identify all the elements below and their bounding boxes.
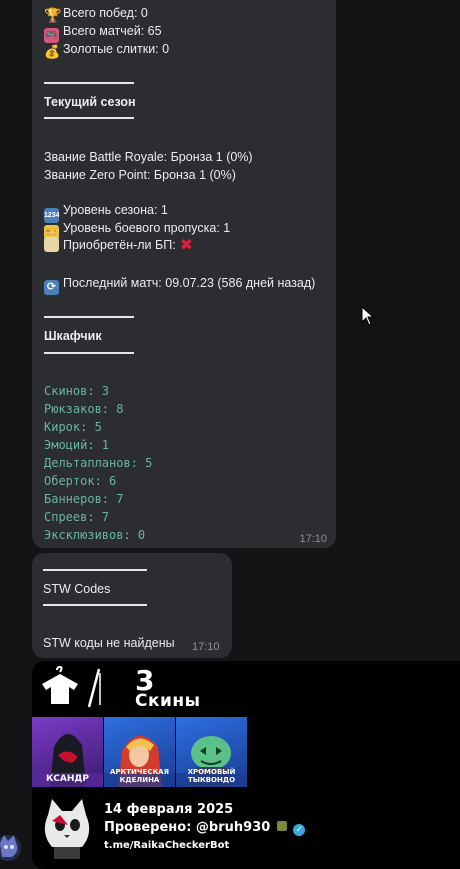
check-date: 14 февраля 2025 xyxy=(104,802,234,817)
message-time: 17:10 xyxy=(299,533,327,545)
bot-link[interactable]: t.me/RaikaCheckerBot xyxy=(104,840,229,851)
sender-avatar[interactable] xyxy=(0,831,22,861)
stw-message[interactable]: STW Codes STW коды не найдены 17:10 xyxy=(32,553,232,658)
skin-name: ХРОМОВЫЙ ТЫКВОНДО xyxy=(187,768,236,784)
skin-tile: КСАНДР xyxy=(32,717,103,787)
stats-message[interactable]: 🏆 Всего побед: 0 🎮 Всего матчей: 65 💰 Золот… xyxy=(32,0,336,548)
gold-row: 💰 Золотые слитки: 0 xyxy=(44,42,170,59)
wins-row: 🏆 Всего побед: 0 xyxy=(44,6,148,23)
skins-label: Скины xyxy=(135,691,201,711)
checked-by: Проверено: @bruh930 ✓ xyxy=(104,820,306,836)
divider xyxy=(44,352,134,354)
locker-item: Спреев: 7 xyxy=(44,510,110,524)
locker-item: Баннеров: 7 xyxy=(44,492,124,506)
cross-mark-icon: ✖ xyxy=(179,237,194,254)
zp-rank: Звание Zero Point: Бронза 1 (0%) xyxy=(44,168,236,182)
locker-heading: Шкафчик xyxy=(44,329,102,343)
locker-item: Кирок: 5 xyxy=(44,420,102,434)
divider xyxy=(44,82,134,84)
skin-name: КСАНДР xyxy=(45,774,90,784)
skin-tile: АРКТИЧЕСКАЯ КДЕЛИНА xyxy=(104,717,175,787)
locker-item: Дельтапланов: 5 xyxy=(44,456,153,470)
message-time: 17:10 xyxy=(192,641,220,653)
stw-heading: STW Codes xyxy=(43,582,111,596)
trophy-icon: 🏆 xyxy=(44,7,62,23)
locker-item: Оберток: 6 xyxy=(44,474,117,488)
credit-card-icon xyxy=(44,237,59,252)
stw-body: STW коды не найдены xyxy=(43,636,175,650)
skin-tile: ХРОМОВЫЙ ТЫКВОНДО xyxy=(176,717,247,787)
matches-row: 🎮 Всего матчей: 65 xyxy=(44,24,162,43)
badge-icon xyxy=(276,821,287,831)
locker-item: Рюкзаков: 8 xyxy=(44,402,124,416)
bp-bought-row: Приобретён-ли БП: ✖ xyxy=(44,237,193,254)
locker-item: Скинов: 3 xyxy=(44,384,110,398)
slash-divider xyxy=(87,668,101,708)
refresh-icon: ⟳ xyxy=(44,280,59,295)
money-bag-icon: 💰 xyxy=(44,44,61,59)
divider xyxy=(43,569,147,571)
divider xyxy=(44,117,134,119)
locker-item: Эксклюзивов: 0 xyxy=(44,528,146,542)
last-match-row: ⟳ Последний матч: 09.07.23 (586 дней наза… xyxy=(44,275,315,295)
bot-mascot-logo xyxy=(44,799,90,859)
locker-item: Эмоций: 1 xyxy=(44,438,110,452)
divider xyxy=(44,316,134,318)
season-heading: Текущий сезон xyxy=(44,95,136,109)
checker-card-image[interactable]: 3 Скины КСАНДР АРКТИЧЕСКАЯ КДЕЛИНА ХРОМО… xyxy=(32,661,460,869)
br-rank: Звание Battle Royale: Бронза 1 (0%) xyxy=(44,150,253,164)
verified-icon: ✓ xyxy=(293,824,306,836)
tshirt-icon xyxy=(42,666,78,704)
skin-name: АРКТИЧЕСКАЯ КДЕЛИНА xyxy=(109,768,169,784)
divider xyxy=(43,604,147,606)
mouse-cursor-icon xyxy=(361,306,375,326)
